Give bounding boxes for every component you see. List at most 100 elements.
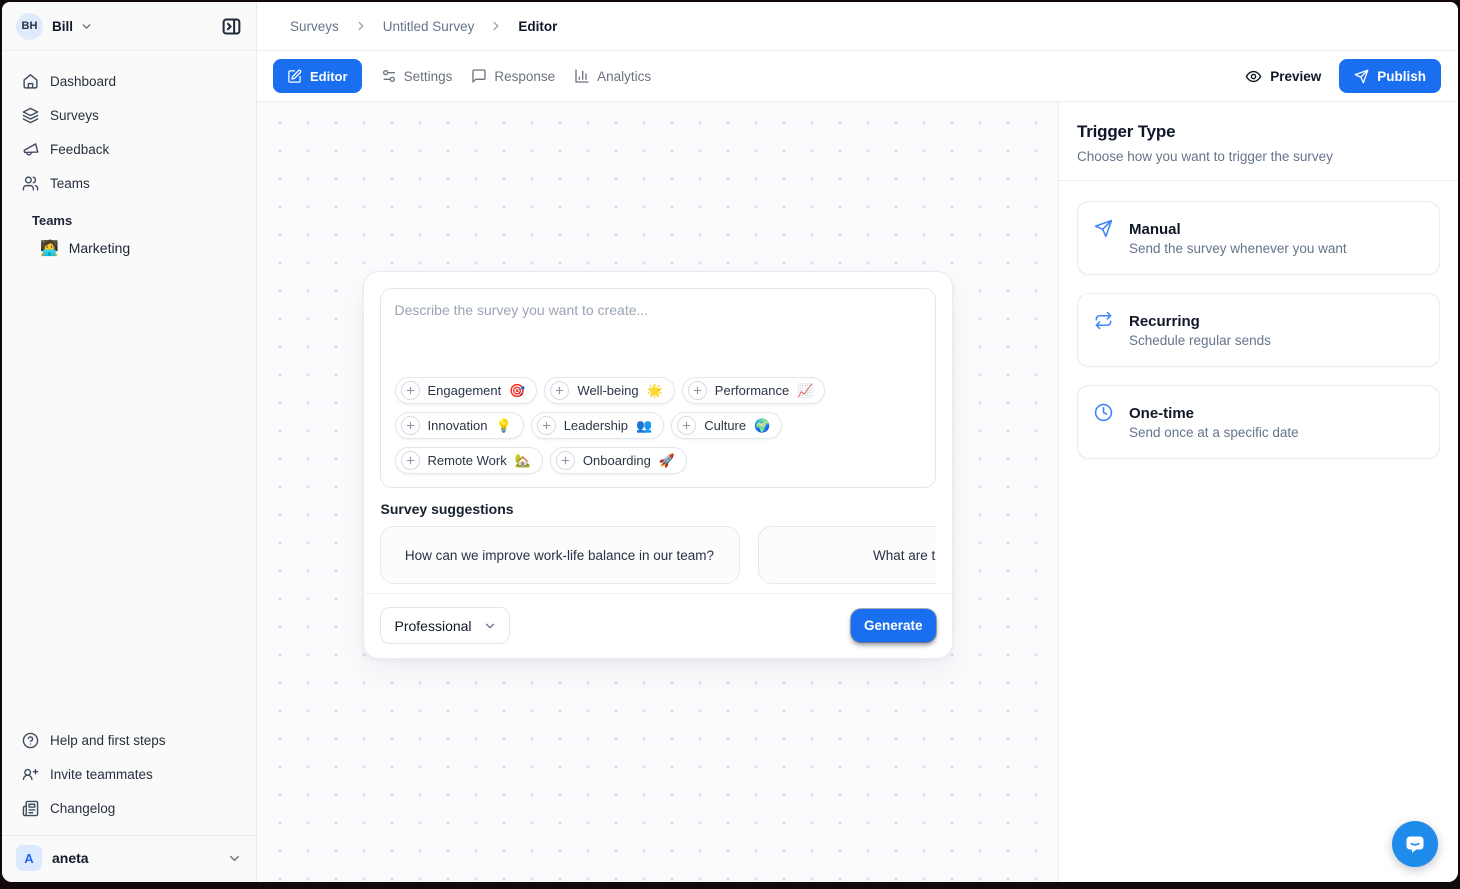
- sidebar-collapse-button[interactable]: [218, 13, 244, 39]
- users-icon: [22, 175, 39, 192]
- sidebar-item-surveys[interactable]: Surveys: [14, 98, 244, 132]
- layers-icon: [22, 107, 39, 124]
- plus-icon: [550, 381, 569, 400]
- sidebar-nav: Dashboard Surveys Feedback Teams: [2, 51, 256, 266]
- megaphone-icon: [20, 139, 41, 160]
- chevron-right-icon: [354, 19, 368, 33]
- topic-chip-engagement[interactable]: Engagement 🎯: [395, 377, 538, 404]
- plus-icon: [688, 381, 707, 400]
- trigger-option-manual[interactable]: Manual Send the survey whenever you want: [1077, 201, 1440, 275]
- tab-editor[interactable]: Editor: [273, 59, 362, 93]
- chat-bubble-icon: [1403, 832, 1427, 856]
- sidebar-item-label: Teams: [50, 176, 90, 191]
- tab-settings[interactable]: Settings: [381, 68, 453, 84]
- sidebar-item-label: Feedback: [50, 142, 109, 157]
- editor-canvas: Engagement 🎯 Well-being 🌟 Performance: [257, 102, 1058, 882]
- sidebar-item-label: Changelog: [50, 801, 115, 816]
- suggestion-card[interactable]: How can we improve work-life balance in …: [380, 526, 740, 584]
- repeat-icon: [1094, 311, 1113, 330]
- team-label: Marketing: [69, 240, 130, 256]
- sidebar-item-label: Invite teammates: [50, 767, 153, 782]
- send-icon: [1354, 69, 1369, 84]
- sidebar-item-help[interactable]: Help and first steps: [14, 723, 244, 757]
- plus-icon: [401, 451, 420, 470]
- topic-chip-innovation[interactable]: Innovation 💡: [395, 412, 524, 439]
- topic-chip-performance[interactable]: Performance 📈: [682, 377, 826, 404]
- topic-chip-well-being[interactable]: Well-being 🌟: [544, 377, 674, 404]
- option-description: Send once at a specific date: [1129, 425, 1299, 440]
- sidebar: BH Bill Dashboard Surveys: [2, 2, 257, 882]
- account-name: aneta: [52, 850, 89, 866]
- panel-toggle-icon: [221, 16, 242, 37]
- option-title: Manual: [1129, 221, 1347, 238]
- app-window: BH Bill Dashboard Surveys: [2, 2, 1458, 882]
- topic-chip-leadership[interactable]: Leadership 👥: [531, 412, 665, 439]
- sidebar-item-label: Dashboard: [50, 74, 116, 89]
- account-menu[interactable]: A aneta: [16, 845, 242, 871]
- workspace-avatar: BH: [16, 13, 43, 40]
- topic-chip-culture[interactable]: Culture 🌍: [671, 412, 782, 439]
- team-emoji: 🧑‍💻: [40, 239, 59, 257]
- topic-chip-remote-work[interactable]: Remote Work 🏡: [395, 447, 543, 474]
- tab-response[interactable]: Response: [471, 68, 555, 84]
- topic-chip-onboarding[interactable]: Onboarding 🚀: [550, 447, 687, 474]
- panel-subtitle: Choose how you want to trigger the surve…: [1077, 149, 1440, 164]
- plus-icon: [556, 451, 575, 470]
- help-circle-icon: [22, 732, 39, 749]
- breadcrumb-surveys[interactable]: Surveys: [290, 19, 339, 34]
- breadcrumb-untitled-survey[interactable]: Untitled Survey: [383, 19, 475, 34]
- sidebar-item-marketing-team[interactable]: 🧑‍💻 Marketing: [14, 230, 244, 266]
- plus-icon: [401, 381, 420, 400]
- sliders-icon: [381, 68, 397, 84]
- sidebar-item-label: Help and first steps: [50, 733, 166, 748]
- panel-title: Trigger Type: [1077, 122, 1440, 142]
- sidebar-item-teams[interactable]: Teams: [14, 166, 244, 200]
- clock-icon: [1094, 403, 1113, 422]
- newspaper-icon: [22, 800, 39, 817]
- preview-button[interactable]: Preview: [1245, 68, 1321, 85]
- sidebar-item-feedback[interactable]: Feedback: [14, 132, 244, 166]
- message-square-icon: [471, 68, 487, 84]
- chat-launcher-button[interactable]: [1392, 821, 1438, 867]
- trigger-option-recurring[interactable]: Recurring Schedule regular sends: [1077, 293, 1440, 367]
- editor-toolbar: Editor Settings Response Analytics Previ…: [257, 51, 1458, 102]
- sidebar-item-label: Surveys: [50, 108, 99, 123]
- teams-section-label: Teams: [14, 213, 244, 228]
- sidebar-item-dashboard[interactable]: Dashboard: [14, 64, 244, 98]
- home-icon: [22, 73, 39, 90]
- breadcrumb: Surveys Untitled Survey Editor: [257, 2, 1458, 51]
- chevron-down-icon: [227, 851, 242, 866]
- sidebar-footer-nav: Help and first steps Invite teammates Ch…: [2, 719, 256, 825]
- trigger-type-panel: Trigger Type Choose how you want to trig…: [1058, 102, 1458, 882]
- topic-chips: Engagement 🎯 Well-being 🌟 Performance: [395, 377, 921, 474]
- generate-button[interactable]: Generate: [851, 609, 936, 642]
- tone-select[interactable]: Professional: [380, 607, 510, 644]
- suggestions-title: Survey suggestions: [381, 501, 935, 517]
- chevron-down-icon: [80, 20, 93, 33]
- plus-icon: [537, 416, 556, 435]
- option-description: Send the survey whenever you want: [1129, 241, 1347, 256]
- trigger-option-one-time[interactable]: One-time Send once at a specific date: [1077, 385, 1440, 459]
- plus-icon: [677, 416, 696, 435]
- sidebar-item-changelog[interactable]: Changelog: [14, 791, 244, 825]
- chevron-right-icon: [489, 19, 503, 33]
- publish-button[interactable]: Publish: [1339, 59, 1441, 93]
- sidebar-item-invite[interactable]: Invite teammates: [14, 757, 244, 791]
- workspace-name: Bill: [52, 19, 73, 34]
- survey-description-input[interactable]: [395, 293, 921, 345]
- send-icon: [1094, 219, 1113, 238]
- user-plus-icon: [22, 766, 39, 783]
- suggestions-row: How can we improve work-life balance in …: [380, 526, 936, 584]
- suggestion-card[interactable]: What are the main ob: [758, 526, 936, 584]
- workspace-switcher[interactable]: BH Bill: [2, 2, 256, 51]
- eye-icon: [1245, 68, 1262, 85]
- tab-analytics[interactable]: Analytics: [574, 68, 651, 84]
- option-description: Schedule regular sends: [1129, 333, 1271, 348]
- breadcrumb-editor: Editor: [518, 19, 557, 34]
- option-title: One-time: [1129, 405, 1299, 422]
- option-title: Recurring: [1129, 313, 1271, 330]
- edit-icon: [287, 69, 302, 84]
- bar-chart-icon: [574, 68, 590, 84]
- prompt-box: Engagement 🎯 Well-being 🌟 Performance: [380, 288, 936, 488]
- chevron-down-icon: [483, 619, 497, 633]
